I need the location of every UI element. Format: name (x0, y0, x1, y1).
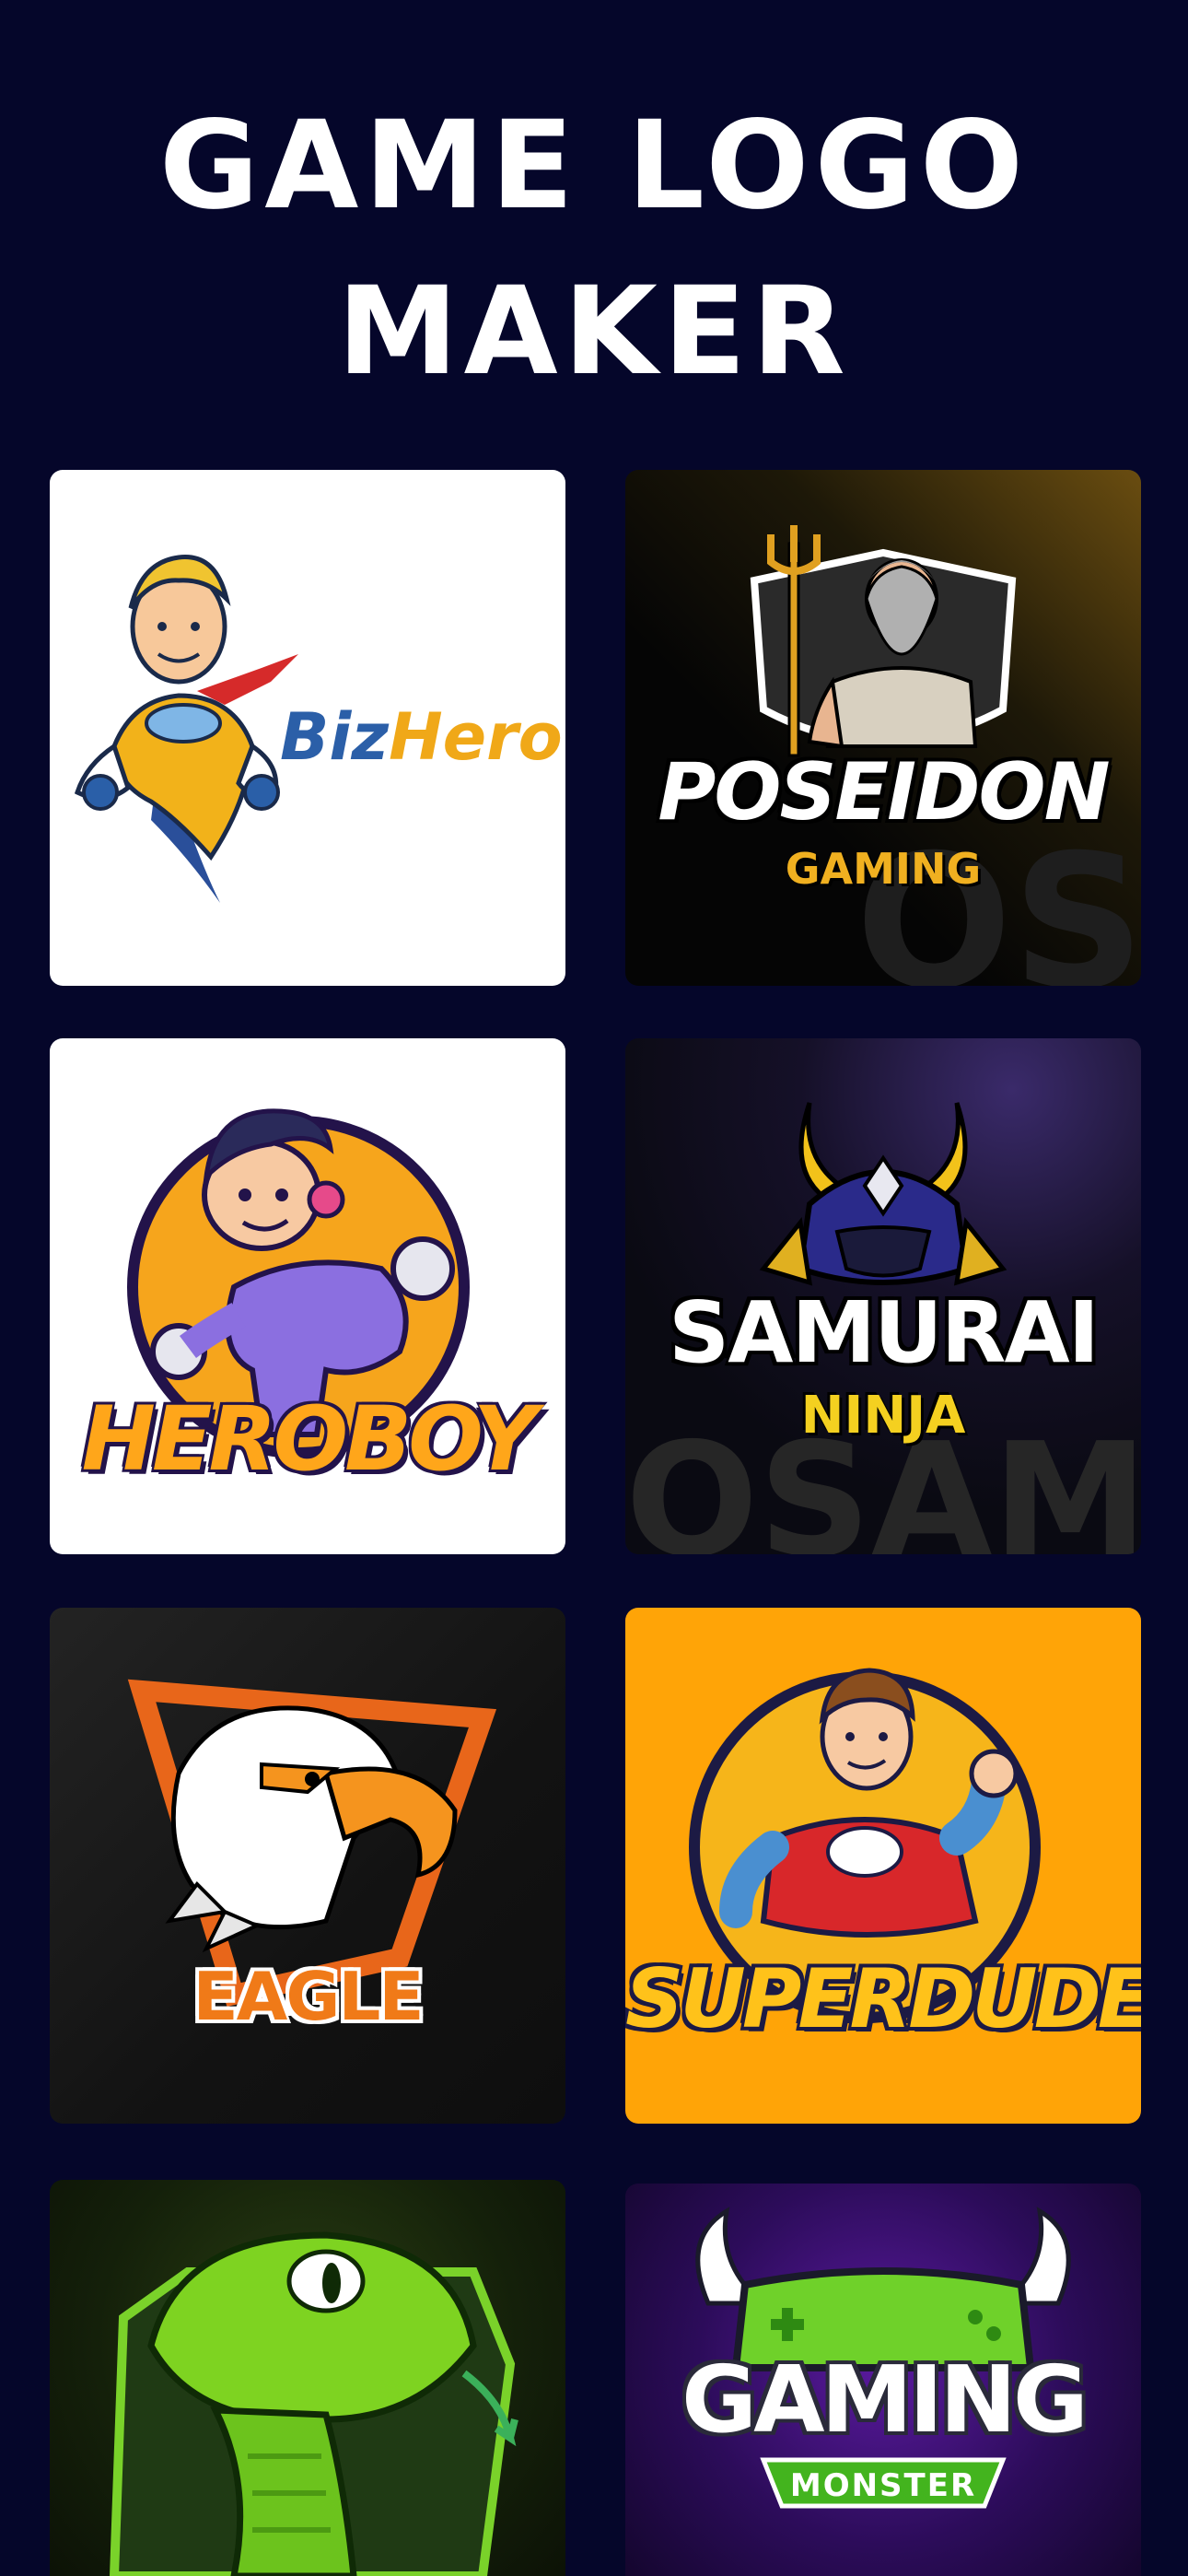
logo-template-samurai-ninja[interactable]: OSAM SAMURAI NINJA (625, 1038, 1141, 1554)
eagle-title: EAGLE (192, 1958, 424, 2035)
svg-text:OS: OS (856, 815, 1141, 986)
logo-template-gaming-monster[interactable]: GAMING MONSTER (625, 2184, 1141, 2576)
samurai-title: SAMURAI (669, 1283, 1100, 1382)
logo-template-bizhero[interactable]: BizHero (50, 470, 565, 986)
poseidon-title: POSEIDON (658, 746, 1110, 838)
gaming-subtitle: MONSTER (789, 2467, 977, 2504)
samurai-subtitle: NINJA (800, 1386, 966, 1446)
logo-template-heroboy[interactable]: HEROBOY (50, 1038, 565, 1554)
title-line-1: GAME LOGO (158, 95, 1030, 237)
title-line-2: MAKER (337, 261, 851, 403)
snake-mascot-icon (109, 2231, 518, 2576)
logo-template-viper[interactable] (50, 2180, 565, 2576)
logo-template-eagle[interactable]: EAGLE (50, 1608, 565, 2124)
bizhero-logo-text: BizHero (280, 699, 563, 775)
poseidon-trident-mascot-icon: OS (750, 525, 1141, 986)
superdude-title: SUPERDUDE (625, 1951, 1141, 2046)
poseidon-subtitle: GAMING (785, 844, 982, 894)
heroboy-title: HEROBOY (81, 1388, 538, 1491)
page-title: GAME LOGO MAKER (0, 83, 1188, 415)
eagle-head-icon (127, 1679, 497, 2007)
gaming-title: GAMING (681, 2346, 1089, 2453)
logo-template-superdude[interactable]: SUPERDUDE (625, 1608, 1141, 2124)
superdude-mascot-icon (689, 1668, 1041, 2023)
logo-template-poseidon[interactable]: OS POSEIDON GAMING (625, 470, 1141, 986)
